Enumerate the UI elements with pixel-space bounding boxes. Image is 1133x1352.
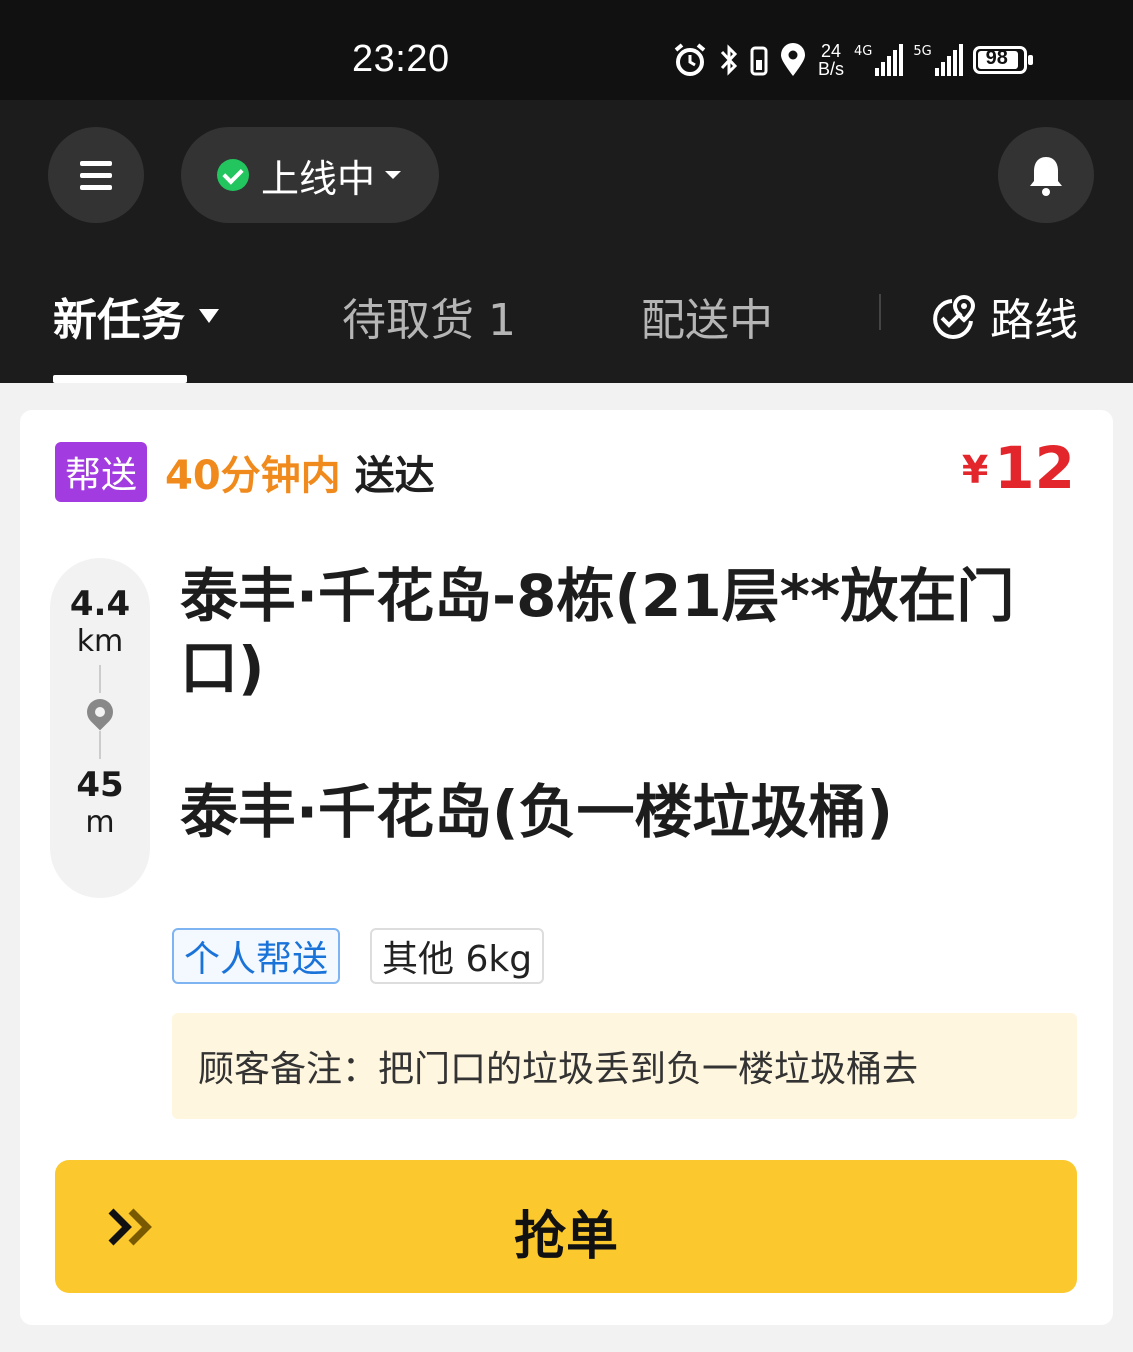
location-pin-icon — [81, 693, 119, 731]
tab-delivering[interactable]: 配送中 — [641, 284, 773, 348]
caret-down-icon — [385, 171, 402, 179]
grab-order-label: 抢单 — [513, 1207, 618, 1267]
tag-item-weight: 其他 6kg — [370, 928, 545, 984]
tab-new-tasks-label: 新任务 — [53, 295, 185, 346]
route-icon — [933, 294, 976, 339]
notification-button[interactable] — [998, 127, 1094, 223]
delivery-eta-suffix: 送达 — [354, 453, 435, 499]
pickup-distance-value: 4.4 — [69, 584, 131, 624]
signal-5g-label: 5G — [913, 44, 932, 59]
route-button[interactable]: 路线 — [928, 284, 1078, 348]
phone-battery-icon — [750, 46, 768, 76]
price-currency: ¥ — [961, 448, 989, 492]
online-status-label: 上线中 — [261, 156, 376, 201]
order-type-badge: 帮送 — [55, 442, 148, 502]
tab-pickup[interactable]: 待取货 1 — [342, 284, 516, 348]
status-time: 23:20 — [352, 38, 450, 80]
delivery-address: 泰丰·千花岛(负一楼垃圾桶) — [180, 778, 894, 846]
route-label: 路线 — [990, 295, 1078, 346]
order-card[interactable]: 帮送 40分钟内 送达 ¥ 12 4.4 km 45 m 泰丰·千花岛-8栋(2… — [20, 410, 1113, 1325]
battery-icon: 98 — [972, 46, 1033, 74]
tab-pickup-label: 待取货 1 — [342, 295, 516, 346]
status-bar: 23:20 24 B/s 4G 5G 98 — [0, 0, 1133, 100]
menu-button[interactable] — [48, 127, 144, 223]
status-icons: 24 B/s 4G 5G 98 — [672, 36, 1033, 84]
task-tabs: 新任务 待取货 1 配送中 路线 — [0, 270, 1133, 383]
distance-line-top — [99, 665, 101, 693]
signal-4g-bars — [875, 44, 904, 76]
distance-line-bottom — [99, 731, 101, 759]
bell-icon — [1030, 157, 1062, 196]
online-status-toggle[interactable]: 上线中 — [181, 127, 439, 223]
net-speed: 24 B/s — [818, 42, 844, 78]
tab-delivering-label: 配送中 — [641, 295, 773, 346]
customer-note: 顾客备注：把门口的垃圾丢到负一楼垃圾桶去 — [172, 1013, 1077, 1119]
top-bar: 23:20 24 B/s 4G 5G 98 上线中 新任务 待取货 1 配送中 … — [0, 0, 1133, 383]
pickup-address: 泰丰·千花岛-8栋(21层**放在门口) — [180, 562, 1015, 702]
delivery-distance-unit: m — [85, 805, 115, 840]
filter-icon — [199, 309, 219, 323]
location-icon — [781, 43, 805, 76]
active-tab-indicator — [53, 375, 187, 383]
pickup-distance-unit: km — [76, 624, 124, 659]
signal-4g-label: 4G — [854, 44, 873, 59]
delivery-distance-value: 45 — [76, 765, 124, 805]
signal-5g-bars — [934, 44, 963, 76]
hamburger-icon — [80, 160, 112, 166]
distance-column: 4.4 km 45 m — [50, 558, 150, 898]
battery-level: 98 — [985, 47, 1008, 69]
order-header: 帮送 40分钟内 送达 — [55, 442, 435, 502]
alarm-icon — [674, 43, 706, 76]
tab-divider — [879, 294, 881, 330]
check-circle-icon — [217, 159, 249, 191]
price-value: 12 — [994, 434, 1075, 502]
net-speed-value: 24 — [820, 41, 842, 61]
bluetooth-icon — [720, 44, 738, 76]
net-speed-unit: B/s — [818, 59, 845, 79]
grab-order-button[interactable]: 抢单 — [55, 1160, 1077, 1293]
tag-personal-delivery: 个人帮送 — [172, 928, 341, 984]
tab-new-tasks[interactable]: 新任务 — [53, 284, 219, 348]
delivery-eta: 40分钟内 — [165, 453, 341, 499]
order-price: ¥ 12 — [962, 436, 1075, 500]
